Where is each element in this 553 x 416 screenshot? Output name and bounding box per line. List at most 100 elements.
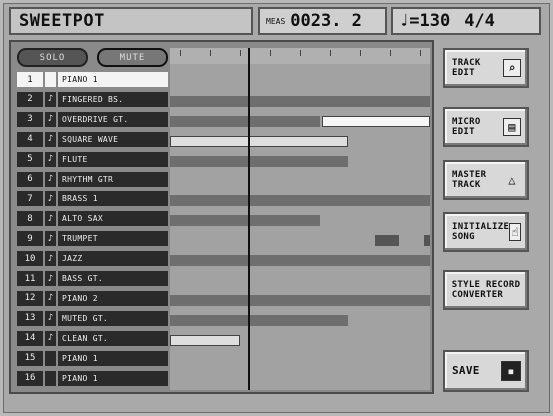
track-name: TRUMPET — [58, 231, 168, 247]
track-data-block[interactable] — [170, 314, 348, 326]
track-lane[interactable] — [170, 176, 430, 187]
track-number: 11 — [17, 271, 43, 286]
track-data-block[interactable] — [170, 135, 348, 147]
track-name: CLEAN GT. — [58, 330, 168, 346]
track-name: MUTED GT. — [58, 310, 168, 326]
ruler-tick — [330, 50, 331, 56]
track-name: BRASS 1 — [58, 191, 168, 207]
initialize-song-button[interactable]: INITIALIZE SONG ☝ — [443, 212, 529, 252]
track-row[interactable]: 13 ♪ MUTED GT. — [17, 310, 168, 328]
track-lane[interactable] — [170, 334, 430, 346]
track-row[interactable]: 11 ♪ BASS GT. — [17, 271, 168, 288]
ruler-tick — [240, 50, 241, 56]
track-edit-button[interactable]: TRACK EDIT ⌕ — [443, 48, 529, 88]
track-lane[interactable] — [170, 195, 430, 207]
measure-ruler[interactable] — [170, 48, 430, 64]
track-data-block[interactable] — [170, 155, 348, 167]
track-data-block[interactable] — [170, 195, 430, 207]
track-status-icon: ♪ — [45, 91, 56, 107]
track-lane[interactable] — [170, 95, 430, 107]
track-name: FLUTE — [58, 151, 168, 167]
track-lane[interactable] — [170, 294, 430, 306]
track-status-icon: ♪ — [45, 211, 56, 227]
ruler-tick — [300, 50, 301, 56]
track-lane[interactable] — [170, 135, 430, 147]
metronome-icon: △ — [508, 173, 516, 187]
track-number: 13 — [17, 310, 43, 326]
track-panel: SOLO MUTE 1 PIANO 1 2 ♪ FINGERED BS. 3 ♪ OVERDR… — [9, 40, 434, 394]
micro-edit-label: MICRO EDIT — [452, 117, 481, 137]
track-number: 9 — [17, 231, 43, 247]
save-label: SAVE — [452, 364, 480, 377]
track-data-block[interactable] — [170, 294, 430, 306]
track-status-icon: ♪ — [45, 191, 56, 207]
track-status-icon: ♪ — [45, 131, 56, 147]
track-data-block[interactable] — [424, 235, 430, 247]
track-row[interactable]: 1 PIANO 1 — [17, 72, 168, 89]
track-row[interactable]: 3 ♪ OVERDRIVE GT. — [17, 111, 168, 129]
solo-button[interactable]: SOLO — [17, 48, 88, 67]
master-track-label: MASTER TRACK — [452, 170, 487, 190]
track-lane[interactable] — [170, 215, 430, 227]
track-name: PIANO 1 — [58, 370, 168, 386]
track-name: JAZZ — [58, 251, 168, 267]
meas-value: 0023. 2 — [290, 11, 362, 31]
save-button[interactable]: SAVE ▪ — [443, 350, 529, 392]
track-lane[interactable] — [170, 115, 430, 127]
track-row[interactable]: 14 ♪ CLEAN GT. — [17, 330, 168, 348]
track-row[interactable]: 4 ♪ SQUARE WAVE — [17, 131, 168, 149]
track-data-block[interactable] — [170, 95, 430, 107]
track-row[interactable]: 12 ♪ PIANO 2 — [17, 290, 168, 308]
track-data-block[interactable] — [375, 235, 399, 247]
track-lane[interactable] — [170, 275, 430, 286]
style-converter-button[interactable]: STYLE RECORD CONVERTER — [443, 270, 529, 310]
track-lane[interactable] — [170, 255, 430, 267]
track-lane[interactable] — [170, 314, 430, 326]
master-track-button[interactable]: MASTER TRACK △ — [443, 160, 529, 200]
track-row[interactable]: 15 PIANO 1 — [17, 350, 168, 368]
track-lane[interactable] — [170, 155, 430, 167]
track-name: PIANO 1 — [58, 350, 168, 366]
track-number: 8 — [17, 211, 43, 227]
meas-label: MEAS — [266, 16, 286, 26]
track-number: 5 — [17, 151, 43, 167]
track-lane[interactable] — [170, 235, 430, 247]
track-lane[interactable] — [170, 76, 430, 87]
track-row[interactable]: 10 ♪ JAZZ — [17, 251, 168, 268]
track-row[interactable]: 5 ♪ FLUTE — [17, 151, 168, 169]
track-grid[interactable] — [170, 48, 430, 390]
track-data-block[interactable] — [322, 115, 430, 127]
track-name: PIANO 1 — [58, 72, 168, 87]
micro-edit-button[interactable]: MICRO EDIT ▤ — [443, 107, 529, 147]
tempo-value: ♩=130 — [399, 11, 451, 31]
track-number: 7 — [17, 191, 43, 207]
floppy-disk-icon: ▪ — [501, 361, 521, 381]
track-data-block[interactable] — [170, 215, 320, 227]
track-row[interactable]: 8 ♪ ALTO SAX — [17, 211, 168, 228]
track-lane[interactable] — [170, 375, 430, 386]
track-row[interactable]: 6 ♪ RHYTHM GTR — [17, 171, 168, 189]
track-data-block[interactable] — [170, 115, 320, 127]
track-number: 4 — [17, 131, 43, 147]
mute-button[interactable]: MUTE — [97, 48, 168, 67]
track-name: OVERDRIVE GT. — [58, 111, 168, 127]
track-number: 6 — [17, 171, 43, 187]
hand-icon: ☝ — [509, 223, 521, 241]
track-lane[interactable] — [170, 355, 430, 366]
playback-cursor[interactable] — [248, 48, 250, 390]
track-data-block[interactable] — [170, 255, 430, 267]
track-status-icon — [45, 72, 56, 87]
track-row[interactable]: 7 ♪ BRASS 1 — [17, 191, 168, 208]
track-row[interactable]: 2 ♪ FINGERED BS. — [17, 91, 168, 109]
track-row[interactable]: 9 ♪ TRUMPET — [17, 231, 168, 248]
initialize-song-label: INITIALIZE SONG — [452, 222, 510, 242]
track-status-icon: ♪ — [45, 310, 56, 326]
track-row[interactable]: 16 PIANO 1 — [17, 370, 168, 388]
track-name: ALTO SAX — [58, 211, 168, 227]
track-number: 2 — [17, 91, 43, 107]
ruler-tick — [390, 50, 391, 56]
track-data-block[interactable] — [170, 334, 240, 346]
ruler-tick — [180, 50, 181, 56]
track-number: 3 — [17, 111, 43, 127]
track-name: RHYTHM GTR — [58, 171, 168, 187]
